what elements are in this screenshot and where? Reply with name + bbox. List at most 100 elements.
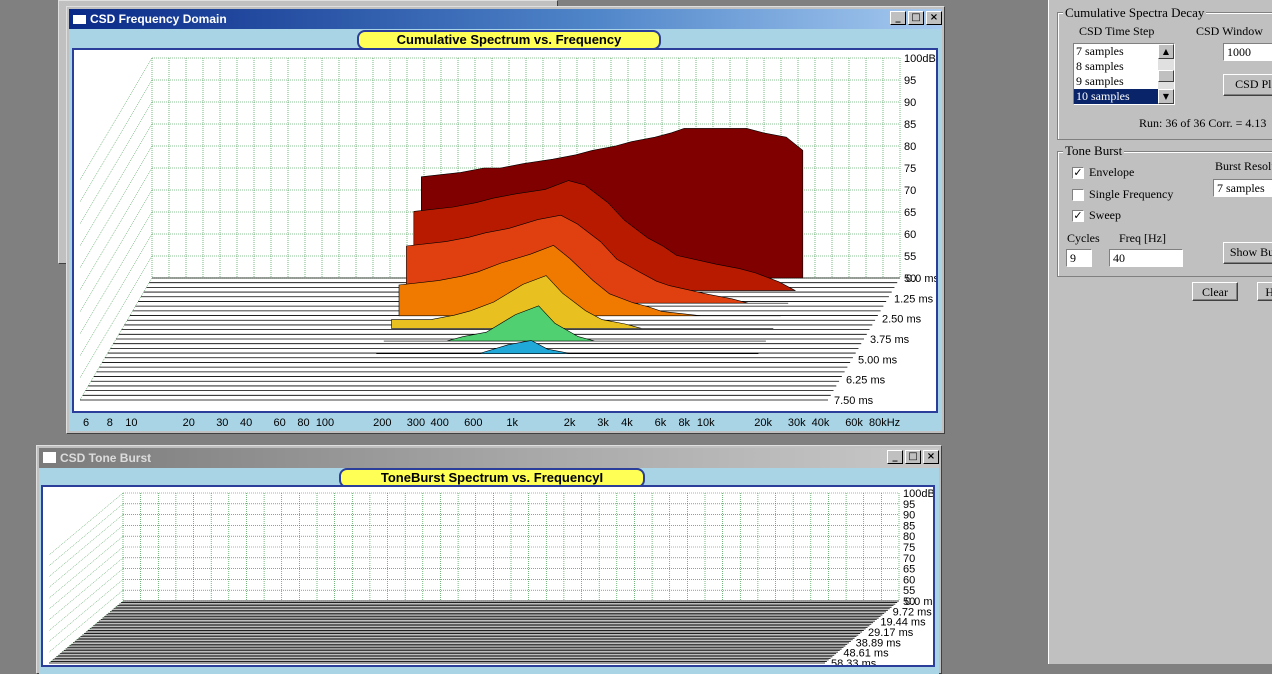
waterfall-group: 100dB959085807570656055500.0 ms1.25 ms2.… xyxy=(79,53,936,407)
csd-plot-button[interactable]: CSD Plot xyxy=(1223,74,1272,96)
clear-button[interactable]: Clear xyxy=(1192,282,1238,301)
sweep-label: Sweep xyxy=(1089,208,1121,222)
x-tick-label: 4k xyxy=(621,417,633,429)
minimize-button[interactable]: _ xyxy=(890,11,906,25)
z-tick-label: 90 xyxy=(904,97,916,109)
window-icon xyxy=(43,452,56,463)
csd-plot-area: Cumulative Spectrum vs. Frequency 100dB 9… xyxy=(69,29,942,431)
x-tick-label: 6k xyxy=(654,417,667,429)
z-tick-label: 95 xyxy=(904,75,916,87)
x-tick-label: 30k xyxy=(787,417,806,429)
tone-waterfall-svg: 100dB959085807570656055500.0 ms9.72 ms19… xyxy=(48,488,933,665)
x-tick-label: 3k xyxy=(597,417,609,429)
tone-burst-window: CSD Tone Burst _ □ × ToneBurst Spectrum … xyxy=(36,445,942,674)
x-tick-label: 30 xyxy=(216,417,229,429)
window-icon xyxy=(73,13,86,24)
x-tick-label: 1k xyxy=(506,417,518,429)
tone-plot-area: ToneBurst Spectrum vs. FrequencyI 100dB 9… xyxy=(39,468,939,674)
csd-group-label: Cumulative Spectra Decay xyxy=(1063,5,1207,21)
burst-resolution-label: Burst Resolution xyxy=(1215,159,1272,173)
csd-chart[interactable]: 100dB 95 90 85 80 75 70 65 60 55 50 0.0 ms 1.25 ms 2.… xyxy=(72,48,938,413)
x-tick-label: 20 xyxy=(182,417,195,429)
x-tick-label: 60k xyxy=(845,417,863,429)
tone-group-label: Tone Burst xyxy=(1063,143,1125,159)
grid-line xyxy=(79,79,153,203)
x-tick-label: 200 xyxy=(373,417,392,429)
scroll-thumb[interactable] xyxy=(1158,70,1174,82)
close-button[interactable]: × xyxy=(926,11,942,25)
control-panel: Cumulative Spectra Decay CSD Time Step C… xyxy=(1048,0,1272,664)
t-tick-label: 5.00 ms xyxy=(858,354,898,366)
t-tick-label: 3.75 ms xyxy=(870,334,910,346)
maximize-button[interactable]: □ xyxy=(905,450,921,464)
z-tick-label: 80 xyxy=(904,141,916,153)
scroll-up-icon[interactable]: ▲ xyxy=(1158,44,1174,59)
grid-line xyxy=(79,255,153,379)
extra-button[interactable]: Help xyxy=(1257,282,1272,301)
x-tick-label: 600 xyxy=(464,417,483,429)
minimize-button[interactable]: _ xyxy=(887,450,903,464)
z-tick-label: 65 xyxy=(904,207,916,219)
x-tick-label: 40 xyxy=(239,417,253,429)
z-tick-label: 75 xyxy=(904,163,916,175)
time-step-scrollbar[interactable]: ▲ ▼ xyxy=(1158,44,1174,104)
single-frequency-checkbox[interactable] xyxy=(1072,189,1084,201)
x-tick-label: 8 xyxy=(106,417,113,429)
time-step-label: CSD Time Step xyxy=(1079,24,1155,38)
burst-resolution-select[interactable]: 7 samples xyxy=(1213,179,1272,197)
scroll-down-icon[interactable]: ▼ xyxy=(1158,89,1174,104)
show-burst-button[interactable]: Show Burst xyxy=(1223,242,1272,264)
csd-window-label: CSD Window xyxy=(1196,24,1263,38)
time-step-list[interactable]: 7 samples 8 samples 9 samples 10 samples ▲ … xyxy=(1073,43,1175,105)
t-tick-label: 1.25 ms xyxy=(894,293,934,305)
grid-line xyxy=(79,101,153,225)
x-tick-label: 10k xyxy=(696,417,715,429)
csd-chart-title: Cumulative Spectrum vs. Frequency xyxy=(357,30,661,50)
csd-window-titlebar[interactable]: CSD Frequency Domain _ □ × xyxy=(69,9,942,29)
tone-chart[interactable]: 100dB959085807570656055500.0 ms9.72 ms19… xyxy=(41,485,935,667)
grid-line xyxy=(79,123,153,247)
z-tick-label: 100dB xyxy=(904,53,936,65)
csd-window-controls: _ □ × xyxy=(890,11,942,25)
sweep-checkbox[interactable]: ✓ xyxy=(1072,210,1084,222)
freq-label: Freq [Hz] xyxy=(1119,231,1166,245)
close-button[interactable]: × xyxy=(923,450,939,464)
t-tick-label: 0.0 ms xyxy=(906,273,936,285)
csd-x-axis-ticks: 6 8 10 20 30 40 60 80 100 200 300 400 600 1k 2k 3k 4k 6k 8… xyxy=(69,417,942,431)
grid-line xyxy=(79,233,153,357)
grid-line xyxy=(79,189,153,313)
csd-window-input[interactable]: 1000 xyxy=(1223,43,1272,61)
tone-window-controls: _ □ × xyxy=(887,450,939,464)
csd-frequency-window: CSD Frequency Domain _ □ × Cumulative Sp… xyxy=(66,6,945,434)
t-tick-label: 6.25 ms xyxy=(846,375,886,387)
t-tick-label: 2.50 ms xyxy=(882,314,922,326)
x-tick-label: 60 xyxy=(273,417,286,429)
x-tick-label: 40k xyxy=(811,417,830,429)
run-status: Run: 36 of 36 Corr. = 4.13 xyxy=(1139,116,1267,130)
t-tick-label: 58.33 ms xyxy=(831,658,877,665)
envelope-label: Envelope xyxy=(1089,165,1135,179)
x-tick-label: 80 xyxy=(297,417,310,429)
freq-input[interactable]: 40 xyxy=(1109,249,1183,267)
x-tick-label: 20k xyxy=(754,417,773,429)
grid-line xyxy=(79,167,153,291)
x-tick-label: 10 xyxy=(125,417,138,429)
csd-window-title: CSD Frequency Domain xyxy=(90,12,227,26)
x-tick-label: 300 xyxy=(406,417,426,429)
x-tick-label: 100 xyxy=(315,417,335,429)
grid-line xyxy=(79,57,153,181)
z-tick-label: 60 xyxy=(904,229,916,241)
x-tick-label: 8k xyxy=(678,417,691,429)
tone-window-titlebar[interactable]: CSD Tone Burst _ □ × xyxy=(39,448,939,468)
cycles-input[interactable]: 9 xyxy=(1066,249,1092,267)
single-frequency-label: Single Frequency xyxy=(1089,187,1174,201)
x-tick-label: 400 xyxy=(430,417,449,429)
z-tick-label: 55 xyxy=(904,251,916,263)
envelope-checkbox[interactable]: ✓ xyxy=(1072,167,1084,179)
csd-waterfall-svg: 100dB959085807570656055500.0 ms1.25 ms2.… xyxy=(79,53,936,407)
x-tick-label: 80kHz xyxy=(869,417,901,429)
z-tick-label: 70 xyxy=(904,185,916,197)
waterfall-group: 100dB959085807570656055500.0 ms9.72 ms19… xyxy=(48,488,933,665)
x-tick-label: 6 xyxy=(83,417,90,429)
maximize-button[interactable]: □ xyxy=(908,11,924,25)
